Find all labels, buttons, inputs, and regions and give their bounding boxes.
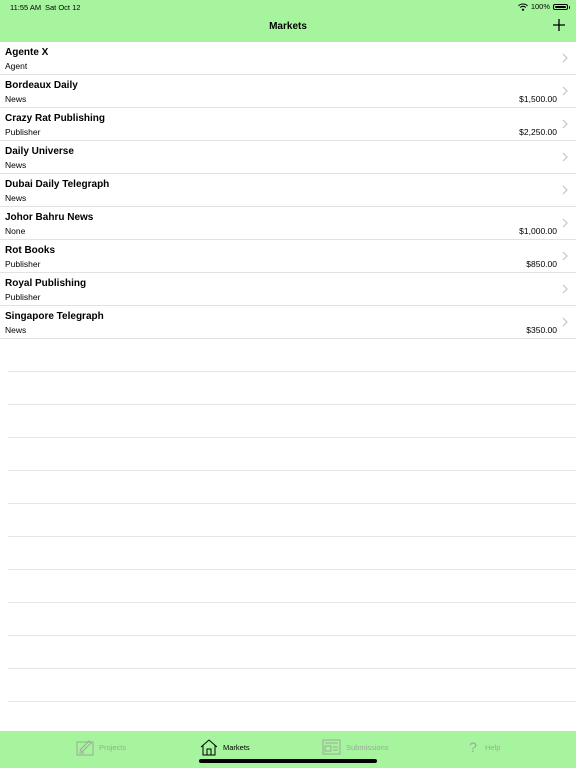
- market-name: Crazy Rat Publishing: [5, 113, 106, 124]
- chevron-right-icon: [562, 53, 568, 63]
- market-name: Rot Books: [5, 245, 55, 256]
- market-name: Agente X: [5, 47, 49, 58]
- market-name: Daily Universe: [5, 146, 74, 157]
- battery-percent: 100%: [530, 2, 550, 11]
- market-row[interactable]: Agente X Agent: [0, 42, 576, 75]
- submissions-icon: [322, 739, 341, 755]
- chevron-right-icon: [562, 317, 568, 327]
- market-amount: $1,500.00: [519, 94, 557, 104]
- status-date: Sat Oct 12: [45, 3, 81, 12]
- empty-row-separator: [8, 437, 576, 438]
- market-row[interactable]: Johor Bahru News None $1,000.00: [0, 207, 576, 240]
- empty-row-separator: [8, 668, 576, 669]
- market-type: News: [5, 193, 27, 203]
- empty-row-separator: [8, 569, 576, 570]
- market-type: Publisher: [5, 127, 41, 137]
- chevron-right-icon: [562, 185, 568, 195]
- plus-icon[interactable]: [552, 18, 566, 32]
- tab-markets[interactable]: Markets: [200, 737, 250, 757]
- market-type: Agent: [5, 61, 28, 71]
- home-indicator: [199, 759, 377, 763]
- tab-submissions[interactable]: Submissions: [322, 737, 389, 757]
- chevron-right-icon: [562, 251, 568, 261]
- market-row[interactable]: Bordeaux Daily News $1,500.00: [0, 75, 576, 108]
- market-row[interactable]: Dubai Daily Telegraph News: [0, 174, 576, 207]
- empty-row-separator: [8, 371, 576, 372]
- market-type: News: [5, 325, 27, 335]
- chevron-right-icon: [562, 86, 568, 96]
- markets-list: Agente X Agent Bordeaux Daily News $1,500.00…: [0, 42, 576, 339]
- market-amount: $350.00: [526, 325, 557, 335]
- question-icon: ?: [469, 739, 477, 755]
- market-name: Dubai Daily Telegraph: [5, 179, 110, 190]
- tab-help[interactable]: ? Help: [466, 737, 500, 757]
- chevron-right-icon: [562, 284, 568, 294]
- market-type: None: [5, 226, 26, 236]
- tab-projects[interactable]: Projects: [76, 737, 126, 757]
- market-row[interactable]: Daily Universe News: [0, 141, 576, 174]
- battery-icon: [553, 3, 570, 10]
- market-amount: $1,000.00: [519, 226, 557, 236]
- market-name: Johor Bahru News: [5, 212, 94, 223]
- market-name: Singapore Telegraph: [5, 311, 104, 322]
- empty-row-separator: [8, 701, 576, 702]
- wifi-icon: [517, 3, 528, 11]
- market-name: Bordeaux Daily: [5, 80, 78, 91]
- status-time: 11:55 AM: [10, 3, 42, 12]
- empty-row-separator: [8, 602, 576, 603]
- market-row[interactable]: Royal Publishing Publisher: [0, 273, 576, 306]
- chevron-right-icon: [562, 152, 568, 162]
- market-row[interactable]: Crazy Rat Publishing Publisher $2,250.00: [0, 108, 576, 141]
- tab-label: Help: [485, 742, 501, 752]
- status-right: 100%: [517, 2, 570, 11]
- navigation-bar: 11:55 AM Sat Oct 12 100% Markets: [0, 0, 576, 42]
- empty-row-separator: [8, 503, 576, 504]
- empty-row-separator: [8, 536, 576, 537]
- market-amount: $850.00: [526, 259, 557, 269]
- market-name: Royal Publishing: [5, 278, 87, 289]
- tab-label: Markets: [223, 742, 250, 752]
- market-type: News: [5, 160, 27, 170]
- chevron-right-icon: [562, 218, 568, 228]
- empty-row-separator: [8, 404, 576, 405]
- tab-label: Projects: [99, 742, 127, 752]
- market-row[interactable]: Singapore Telegraph News $350.00: [0, 306, 576, 339]
- empty-row-separator: [8, 470, 576, 471]
- market-type: Publisher: [5, 259, 41, 269]
- market-type: News: [5, 94, 27, 104]
- empty-row-separator: [8, 635, 576, 636]
- page-title: Markets: [269, 21, 307, 32]
- market-row[interactable]: Rot Books Publisher $850.00: [0, 240, 576, 273]
- status-bar: 11:55 AM Sat Oct 12 100%: [0, 0, 576, 14]
- market-type: Publisher: [5, 292, 41, 302]
- projects-icon: [76, 740, 94, 756]
- chevron-right-icon: [562, 119, 568, 129]
- tab-label: Submissions: [346, 742, 389, 752]
- market-amount: $2,250.00: [519, 127, 557, 137]
- house-icon: [200, 739, 218, 756]
